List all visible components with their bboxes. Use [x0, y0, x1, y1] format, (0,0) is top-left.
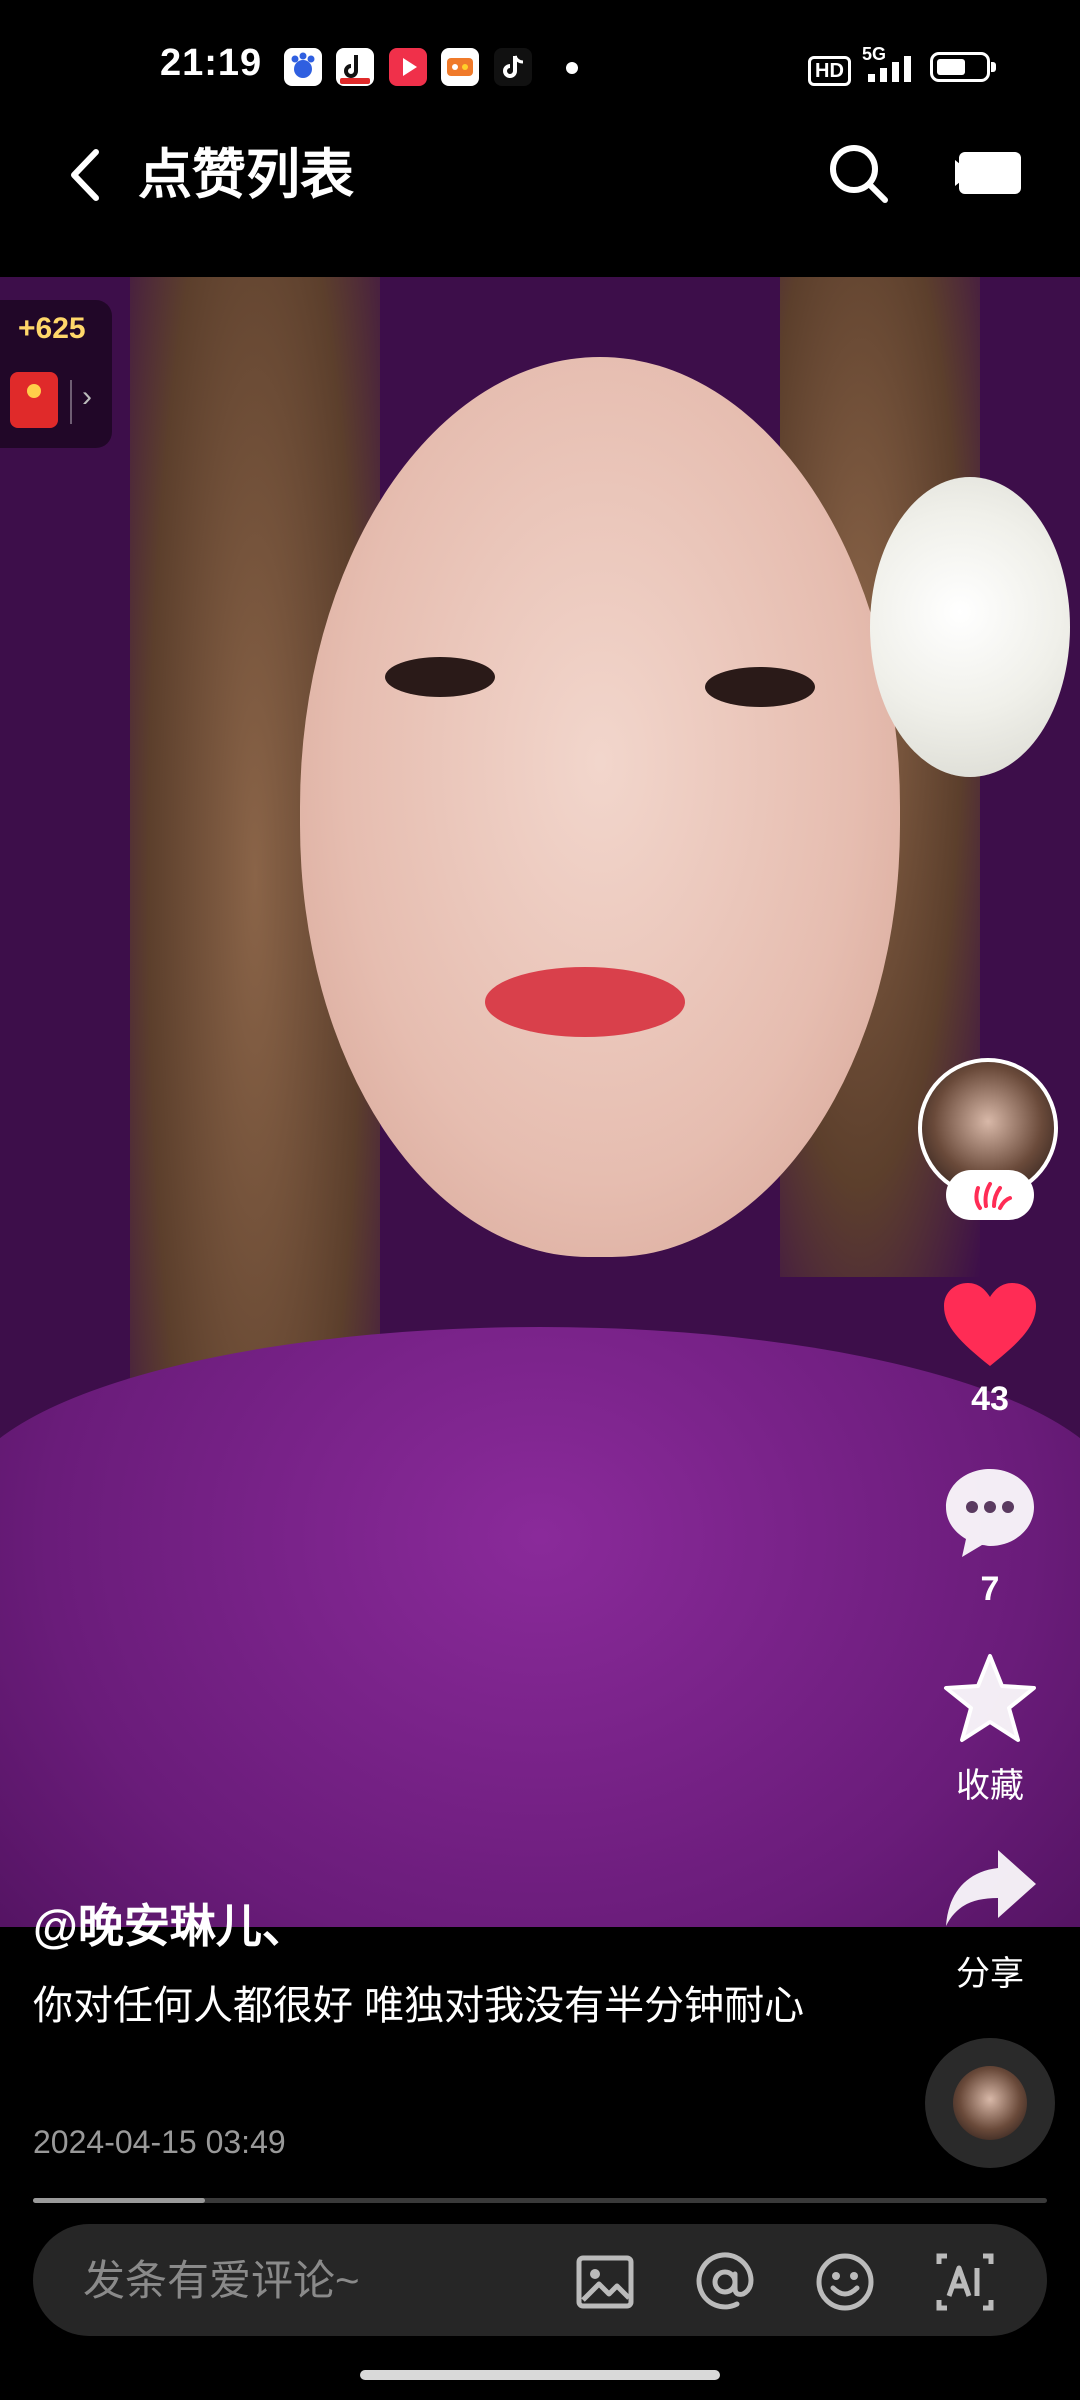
red-packet-icon	[10, 372, 58, 428]
battery-icon	[930, 52, 996, 82]
emoji-button[interactable]	[813, 2250, 877, 2314]
post-description: 你对任何人都很好 唯独对我没有半分钟耐心	[33, 1984, 805, 2028]
emoji-icon	[816, 2253, 874, 2311]
comment-button[interactable]	[942, 1465, 1038, 1561]
image-button[interactable]	[573, 2250, 637, 2314]
status-time: 21:19	[160, 42, 263, 84]
like-button[interactable]	[940, 1280, 1040, 1370]
video-flower	[870, 477, 1070, 777]
video-player[interactable]	[0, 277, 1080, 1927]
music-disc-button[interactable]	[925, 2038, 1055, 2168]
reward-divider	[70, 380, 72, 424]
favorite-button[interactable]	[940, 1650, 1040, 1750]
video-play-icon	[389, 48, 427, 86]
douyin-icon	[336, 48, 374, 86]
page-title: 点赞列表	[138, 145, 354, 205]
heart-icon	[944, 1283, 1036, 1366]
chevron-right-icon: ›	[82, 380, 92, 413]
back-button[interactable]	[60, 140, 110, 210]
baidu-icon	[284, 48, 322, 86]
ai-button[interactable]	[933, 2250, 997, 2314]
post-date: 2024-04-15 03:49	[33, 2124, 286, 2160]
status-bar: 21:19 HD 5G	[0, 0, 1080, 130]
home-indicator[interactable]	[360, 2370, 720, 2380]
ai-icon	[936, 2253, 994, 2311]
at-icon	[696, 2252, 754, 2310]
video-face	[300, 357, 900, 1257]
video-progress-fill	[33, 2198, 206, 2203]
share-button[interactable]	[942, 1846, 1038, 1930]
author-name[interactable]: @晚安琳儿、	[33, 1890, 308, 1956]
comment-input[interactable]	[81, 2248, 565, 2314]
video-lips	[485, 967, 685, 1037]
share-arrow-icon	[946, 1850, 1036, 1926]
follow-button[interactable]	[946, 1170, 1034, 1220]
chevron-left-icon	[71, 149, 99, 201]
signal-icon	[868, 56, 918, 82]
mention-button[interactable]	[693, 2250, 757, 2314]
video-eye-right	[705, 667, 815, 707]
comment-bubble-icon	[946, 1469, 1034, 1557]
wave-hand-icon	[974, 1182, 1012, 1210]
video-camera-icon	[955, 152, 1021, 194]
share-label: 分享	[956, 1955, 1024, 1993]
like-count: 43	[971, 1380, 1009, 1418]
comment-bar	[33, 2224, 1047, 2336]
video-progress-bar[interactable]	[33, 2198, 1047, 2203]
video-eye-left	[385, 657, 495, 697]
star-icon	[944, 1654, 1036, 1742]
hd-badge: HD	[808, 56, 851, 86]
search-icon	[830, 145, 888, 203]
more-notifications-dot	[566, 62, 578, 74]
music-cover	[953, 2066, 1027, 2140]
favorite-label: 收藏	[956, 1767, 1024, 1805]
comment-count: 7	[980, 1570, 1000, 1608]
video-sweater	[0, 1327, 1080, 1927]
search-button[interactable]	[825, 140, 891, 206]
tiktok-icon	[494, 48, 532, 86]
red-packet-reward[interactable]: +625 ›	[0, 300, 112, 448]
camera-button[interactable]	[955, 148, 1025, 198]
image-icon	[576, 2255, 634, 2309]
game-icon	[441, 48, 479, 86]
reward-amount: +625	[18, 312, 86, 345]
